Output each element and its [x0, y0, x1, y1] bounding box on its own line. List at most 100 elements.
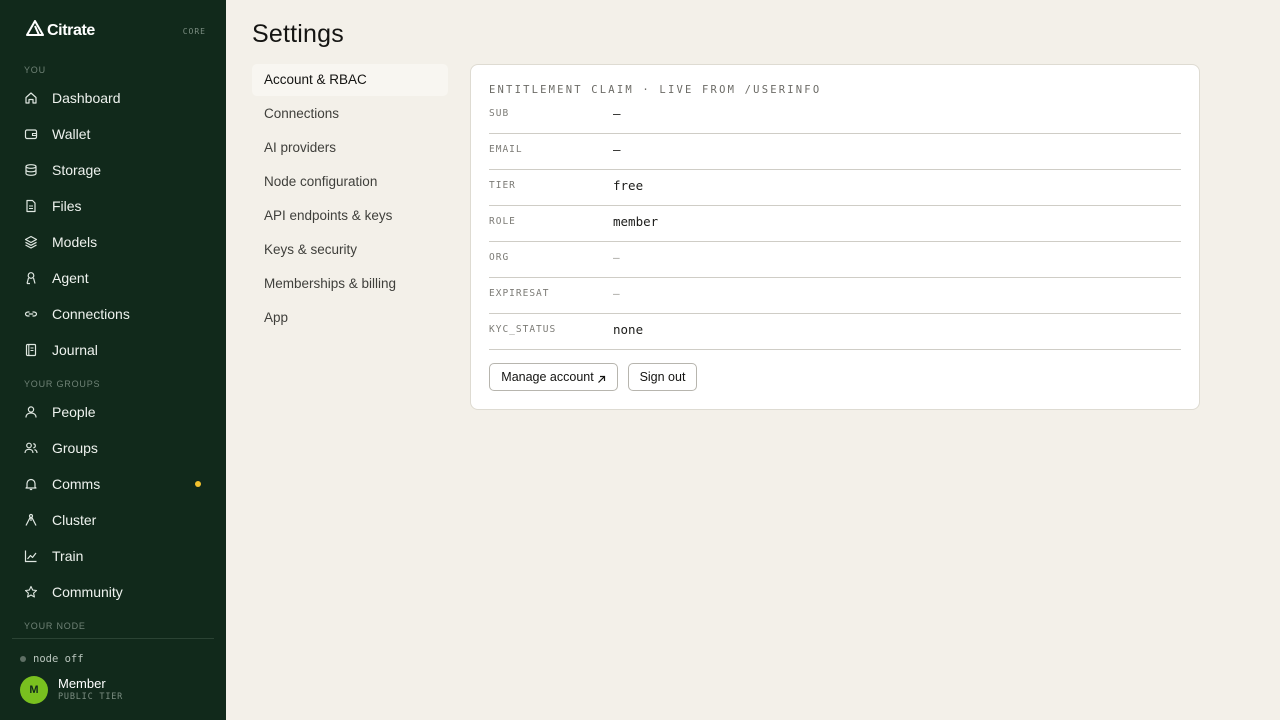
sidebar-item-label: Cluster	[52, 512, 97, 528]
avatar[interactable]: M	[20, 676, 48, 704]
settings-nav-connections[interactable]: Connections	[252, 98, 448, 130]
manage-account-button[interactable]: Manage account	[489, 363, 618, 391]
section-label-your-groups: YOUR GROUPS	[24, 379, 101, 389]
group-icon	[24, 441, 38, 455]
bell-icon	[24, 477, 38, 491]
settings-nav-label: Keys & security	[264, 242, 358, 257]
layers-icon	[24, 235, 38, 249]
sidebar-item-label: Dashboard	[52, 90, 121, 106]
settings-nav-app[interactable]: App	[252, 302, 448, 334]
sidebar-item-label: Connections	[52, 306, 130, 322]
user-name: Member	[58, 676, 106, 691]
claim-value: member	[613, 214, 659, 229]
settings-nav-label: Memberships & billing	[264, 276, 397, 291]
settings-nav-label: Connections	[264, 106, 340, 121]
claim-value: free	[613, 178, 644, 193]
claim-key: KYC_STATUS	[489, 324, 557, 335]
claim-value: —	[613, 287, 620, 300]
sidebar-item-label: Groups	[52, 440, 98, 456]
person-icon	[24, 405, 38, 419]
chart-icon	[24, 549, 38, 563]
sidebar-item-agent[interactable]: Agent	[12, 262, 214, 294]
settings-nav-label: Node configuration	[264, 174, 378, 189]
card-header: ENTITLEMENT CLAIM · LIVE FROM /USERINFO	[489, 84, 822, 96]
sidebar-item-cluster[interactable]: Cluster	[12, 504, 214, 536]
sign-out-button[interactable]: Sign out	[628, 363, 697, 391]
journal-icon	[24, 343, 38, 357]
sidebar-item-wallet[interactable]: Wallet	[12, 118, 214, 150]
sidebar-item-label: Agent	[52, 270, 89, 286]
claim-value: —	[613, 251, 620, 264]
sidebar-item-label: Models	[52, 234, 98, 250]
cluster-icon	[24, 513, 38, 527]
sidebar-divider	[12, 638, 214, 639]
citrate-logo-icon	[26, 20, 44, 41]
sidebar-item-groups[interactable]: Groups	[12, 432, 214, 464]
core-tag: CORE	[182, 27, 206, 36]
brand-logo[interactable]: Citrate	[26, 20, 95, 41]
node-status[interactable]: node off	[20, 653, 84, 665]
external-link-icon	[597, 373, 606, 383]
claim-key: SUB	[489, 108, 510, 119]
sidebar-item-label: Files	[52, 198, 82, 214]
claim-row-tier: TIER free	[489, 170, 1181, 206]
claim-key: ORG	[489, 252, 510, 263]
sidebar-item-label: Wallet	[52, 126, 91, 142]
claim-row-org: ORG —	[489, 242, 1181, 278]
section-label-your-node: YOUR NODE	[24, 621, 86, 631]
settings-nav-label: AI providers	[264, 140, 337, 155]
sidebar-item-storage[interactable]: Storage	[12, 154, 214, 186]
sidebar-item-people[interactable]: People	[12, 396, 214, 428]
sidebar-item-label: Journal	[52, 342, 98, 358]
wallet-icon	[24, 127, 38, 141]
claim-value: none	[613, 322, 644, 337]
settings-nav-account-rbac[interactable]: Account & RBAC	[252, 64, 448, 96]
sidebar: Citrate CORE YOU Dashboard Wallet Storag…	[0, 0, 226, 720]
claim-row-sub: SUB –	[489, 98, 1181, 134]
claim-row-role: ROLE member	[489, 206, 1181, 242]
claim-row-email: EMAIL –	[489, 134, 1181, 170]
settings-nav-ai-providers[interactable]: AI providers	[252, 132, 448, 164]
sidebar-item-label: Storage	[52, 162, 102, 178]
database-icon	[24, 163, 38, 177]
agent-icon	[24, 271, 38, 285]
node-status-label: node off	[33, 653, 84, 665]
entitlement-card: ENTITLEMENT CLAIM · LIVE FROM /USERINFO …	[470, 64, 1200, 410]
sign-out-label: Sign out	[639, 370, 686, 384]
sidebar-item-files[interactable]: Files	[12, 190, 214, 222]
user-tier: PUBLIC TIER	[58, 692, 124, 702]
settings-nav-node-configuration[interactable]: Node configuration	[252, 166, 448, 198]
settings-nav-api-endpoints-keys[interactable]: API endpoints & keys	[252, 200, 448, 232]
home-icon	[24, 91, 38, 105]
section-label-you: YOU	[24, 65, 46, 75]
claim-key: EXPIRESAT	[489, 288, 550, 299]
sidebar-item-label: Community	[52, 584, 123, 600]
page-title: Settings	[252, 20, 344, 48]
settings-nav-keys-security[interactable]: Keys & security	[252, 234, 448, 266]
notification-dot	[195, 481, 201, 487]
claim-key: TIER	[489, 180, 516, 191]
sidebar-item-label: Train	[52, 548, 84, 564]
manage-account-label: Manage account	[501, 370, 594, 384]
settings-nav-memberships-billing[interactable]: Memberships & billing	[252, 268, 448, 300]
sidebar-item-models[interactable]: Models	[12, 226, 214, 258]
claim-value: –	[613, 106, 621, 121]
settings-nav-label: App	[264, 310, 289, 325]
link-icon	[24, 307, 38, 321]
sidebar-item-connections[interactable]: Connections	[12, 298, 214, 330]
sidebar-item-journal[interactable]: Journal	[12, 334, 214, 366]
sidebar-item-label: People	[52, 404, 96, 420]
settings-nav-label: Account & RBAC	[264, 72, 367, 87]
claim-row-expiresat: EXPIRESAT —	[489, 278, 1181, 314]
claim-row-kyc-status: KYC_STATUS none	[489, 314, 1181, 350]
settings-nav-label: API endpoints & keys	[264, 208, 393, 223]
sidebar-item-community[interactable]: Community	[12, 576, 214, 608]
sidebar-item-train[interactable]: Train	[12, 540, 214, 572]
claim-key: EMAIL	[489, 144, 523, 155]
claim-value: –	[613, 142, 621, 157]
status-dot	[20, 656, 26, 662]
sidebar-item-dashboard[interactable]: Dashboard	[12, 82, 214, 114]
star-icon	[24, 585, 38, 599]
claim-key: ROLE	[489, 216, 516, 227]
sidebar-item-comms[interactable]: Comms	[12, 468, 214, 500]
